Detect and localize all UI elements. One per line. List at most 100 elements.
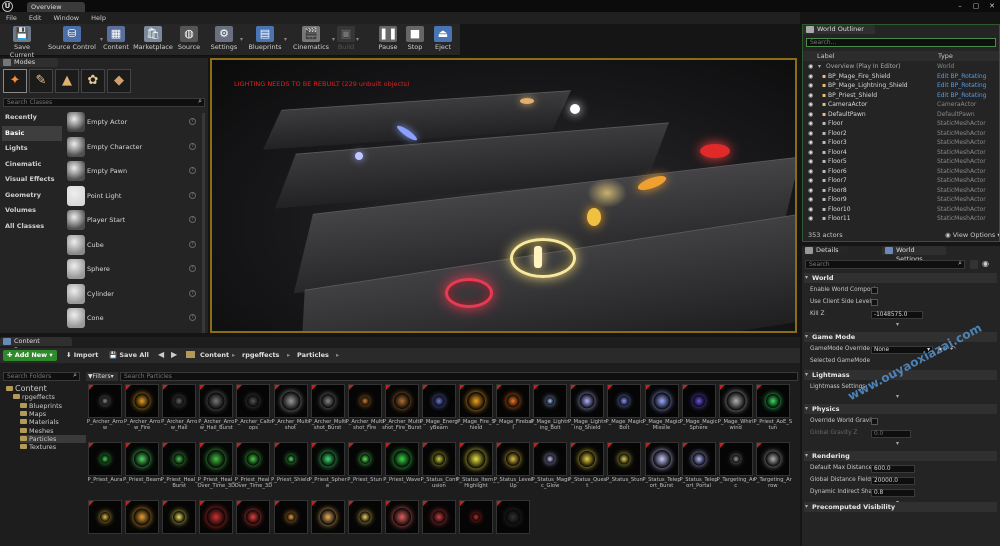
settings-button[interactable]: ⚙ Settings ▾ bbox=[208, 24, 243, 56]
history-forward-icon[interactable]: ▶ bbox=[171, 350, 177, 359]
outliner-search-input[interactable]: Search... bbox=[806, 38, 996, 47]
column-type[interactable]: Type bbox=[938, 51, 953, 61]
visibility-eye-icon[interactable]: ◉ bbox=[808, 129, 816, 138]
column-label[interactable]: Label bbox=[817, 51, 835, 61]
outliner-row[interactable]: ◉ ▪ BP_Priest_Shield Edit BP_Rotating bbox=[806, 91, 996, 100]
visibility-eye-icon[interactable]: ◉ bbox=[808, 167, 816, 176]
section-physics[interactable]: Physics bbox=[804, 404, 997, 414]
help-icon[interactable]: ? bbox=[189, 191, 196, 199]
asset-tile[interactable]: P_Status_Magic_Glow bbox=[532, 442, 569, 498]
pause-button[interactable]: ❚❚ Pause bbox=[376, 24, 400, 56]
asset-tile[interactable]: P_Priest_Beam bbox=[123, 442, 161, 498]
chevron-down-icon[interactable]: ▾ bbox=[284, 36, 287, 43]
asset-tile[interactable]: P_Archer_Multishot_Fire_Burst bbox=[382, 384, 421, 440]
outliner-row[interactable]: ◉ ▪ Floor7 StaticMeshActor bbox=[806, 176, 996, 185]
help-icon[interactable]: ? bbox=[189, 240, 196, 248]
visibility-eye-icon[interactable]: ◉ bbox=[808, 72, 816, 81]
source-button[interactable]: ◍ Source bbox=[176, 24, 202, 56]
expand-icon[interactable]: ▾ bbox=[896, 393, 899, 400]
folder-tree-item[interactable]: Textures bbox=[20, 443, 56, 451]
category-cinematic[interactable]: Cinematic bbox=[2, 157, 62, 172]
chevron-down-icon[interactable]: ▾ bbox=[356, 36, 359, 43]
expand-icon[interactable]: ▾ bbox=[896, 321, 899, 328]
expand-icon[interactable]: ▾ bbox=[896, 440, 899, 447]
outliner-type[interactable]: Edit BP_Rotating bbox=[937, 91, 987, 100]
asset-tile[interactable]: P_Mage_MagicSphere bbox=[680, 384, 717, 440]
outliner-row[interactable]: ◉ ▾ Overview (Play In Editor) World bbox=[806, 62, 996, 71]
actor-item[interactable]: Point Light? bbox=[65, 184, 202, 208]
chevron-down-icon[interactable]: ▾ bbox=[240, 36, 243, 43]
asset-tile[interactable] bbox=[125, 500, 160, 546]
outliner-type[interactable]: Edit BP_Rotating bbox=[937, 72, 987, 81]
filters-button[interactable]: ▼Filters▾ bbox=[86, 372, 118, 381]
global-distance-field-field[interactable]: 20000.0 bbox=[871, 477, 915, 485]
foliage-mode-icon[interactable]: ✿ bbox=[81, 69, 105, 93]
asset-tile[interactable]: P_Status_Teleport_Burst bbox=[642, 442, 681, 498]
asset-tile[interactable]: P_Archer_Caltrops bbox=[235, 384, 272, 440]
asset-tile[interactable]: P_Mage_Whirlwind bbox=[718, 384, 754, 440]
outliner-row[interactable]: ◉ ▪ CameraActor CameraActor bbox=[806, 100, 996, 109]
asset-tile[interactable]: P_Priest_Aura bbox=[87, 442, 123, 498]
eject-button[interactable]: ⏏ Eject bbox=[432, 24, 454, 56]
actor-item[interactable]: Empty Actor? bbox=[65, 110, 202, 134]
asset-tile[interactable]: P_Priest_Heal_Over_Time_3D bbox=[197, 442, 235, 498]
outliner-row[interactable]: ◉ ▪ Floor2 StaticMeshActor bbox=[806, 129, 996, 138]
asset-tile[interactable]: P_Archer_Multishot_Burst bbox=[309, 384, 347, 440]
help-icon[interactable]: ? bbox=[189, 167, 196, 174]
asset-tile[interactable]: P_Status_LevelUp bbox=[494, 442, 532, 498]
asset-tile[interactable]: P_Priest_Heal_Over_Time_3D bbox=[235, 442, 272, 498]
section-precomputed-visibility[interactable]: Precomputed Visibility bbox=[804, 502, 997, 512]
outliner-row[interactable]: ◉ ▪ Floor StaticMeshActor bbox=[806, 119, 996, 128]
actor-item[interactable]: Cube? bbox=[65, 233, 202, 257]
landscape-mode-icon[interactable]: ▲ bbox=[55, 69, 79, 93]
breadcrumb-content[interactable]: Content bbox=[200, 351, 229, 359]
details-tab[interactable]: Details bbox=[802, 246, 848, 255]
save-all-button[interactable]: 💾 Save All bbox=[109, 350, 149, 361]
folder-tree-item[interactable]: Particles bbox=[20, 434, 86, 443]
asset-tile[interactable]: P_Archer_Multishot bbox=[271, 384, 310, 440]
outliner-row[interactable]: ◉ ▪ Floor3 StaticMeshActor bbox=[806, 138, 996, 147]
search-assets-input[interactable]: Search Particles bbox=[120, 372, 798, 381]
asset-tile[interactable]: P_Priest_Shield bbox=[271, 442, 310, 498]
visibility-eye-icon[interactable]: ◉ bbox=[808, 119, 816, 128]
asset-tile[interactable]: P_Status_Stun bbox=[606, 442, 643, 498]
asset-tile[interactable]: P_Mage_EnergyBeam bbox=[420, 384, 458, 440]
outliner-row[interactable]: ◉ ▪ Floor5 StaticMeshActor bbox=[806, 157, 996, 166]
breadcrumb-rpgeffects[interactable]: rpgeffects bbox=[242, 351, 279, 359]
outliner-type[interactable]: Edit BP_Rotating bbox=[937, 81, 987, 90]
level-viewport[interactable]: LIGHTING NEEDS TO BE REBUILT (229 unbuil… bbox=[210, 58, 797, 333]
asset-tile[interactable] bbox=[162, 500, 197, 546]
folder-tree-item[interactable]: Meshes bbox=[20, 427, 54, 435]
folder-tree-item[interactable]: rpgeffects bbox=[13, 393, 55, 401]
default-max-distance-field[interactable]: 600.0 bbox=[871, 465, 915, 473]
asset-tile[interactable]: P_Archer_Arrow bbox=[87, 384, 123, 440]
help-icon[interactable]: ? bbox=[189, 314, 196, 321]
geometry-mode-icon[interactable]: ◆ bbox=[107, 69, 131, 93]
content-button[interactable]: ▦ Content bbox=[102, 24, 130, 56]
visibility-eye-icon[interactable]: ◉ bbox=[808, 138, 816, 147]
eye-icon[interactable]: ◉ bbox=[982, 259, 989, 268]
asset-tile[interactable] bbox=[496, 500, 531, 546]
visibility-eye-icon[interactable]: ◉ bbox=[808, 157, 816, 166]
chevron-down-icon[interactable]: ▾ bbox=[332, 36, 335, 43]
help-icon[interactable]: ? bbox=[189, 142, 196, 150]
asset-tile[interactable] bbox=[347, 500, 382, 546]
search-classes-input[interactable]: Search Classes ⌕ bbox=[3, 98, 205, 107]
folder-tree-item[interactable]: Maps bbox=[20, 410, 46, 418]
maximize-icon[interactable]: ▢ bbox=[968, 0, 984, 12]
actor-item[interactable]: Cylinder? bbox=[65, 282, 202, 306]
menu-file[interactable]: File bbox=[0, 14, 23, 22]
asset-tile[interactable]: P_Archer_Arrow_Hail bbox=[161, 384, 197, 440]
actor-item[interactable]: Sphere? bbox=[65, 257, 202, 281]
menu-edit[interactable]: Edit bbox=[23, 14, 48, 22]
actor-item[interactable]: Empty Character? bbox=[65, 135, 202, 159]
blueprints-button[interactable]: ▤ Blueprints ▾ bbox=[246, 24, 287, 56]
stop-button[interactable]: ■ Stop bbox=[404, 24, 426, 56]
visibility-eye-icon[interactable]: ◉ bbox=[808, 148, 816, 157]
asset-tile[interactable]: P_Archer_Arrow_Fire bbox=[124, 384, 160, 440]
outliner-row[interactable]: ◉ ▪ Floor10 StaticMeshActor bbox=[806, 205, 996, 214]
asset-tile[interactable]: P_Archer_Multishot_Fire bbox=[346, 384, 384, 440]
category-volumes[interactable]: Volumes bbox=[2, 203, 62, 218]
asset-tile[interactable] bbox=[273, 500, 308, 546]
history-back-icon[interactable]: ◀ bbox=[158, 350, 164, 359]
